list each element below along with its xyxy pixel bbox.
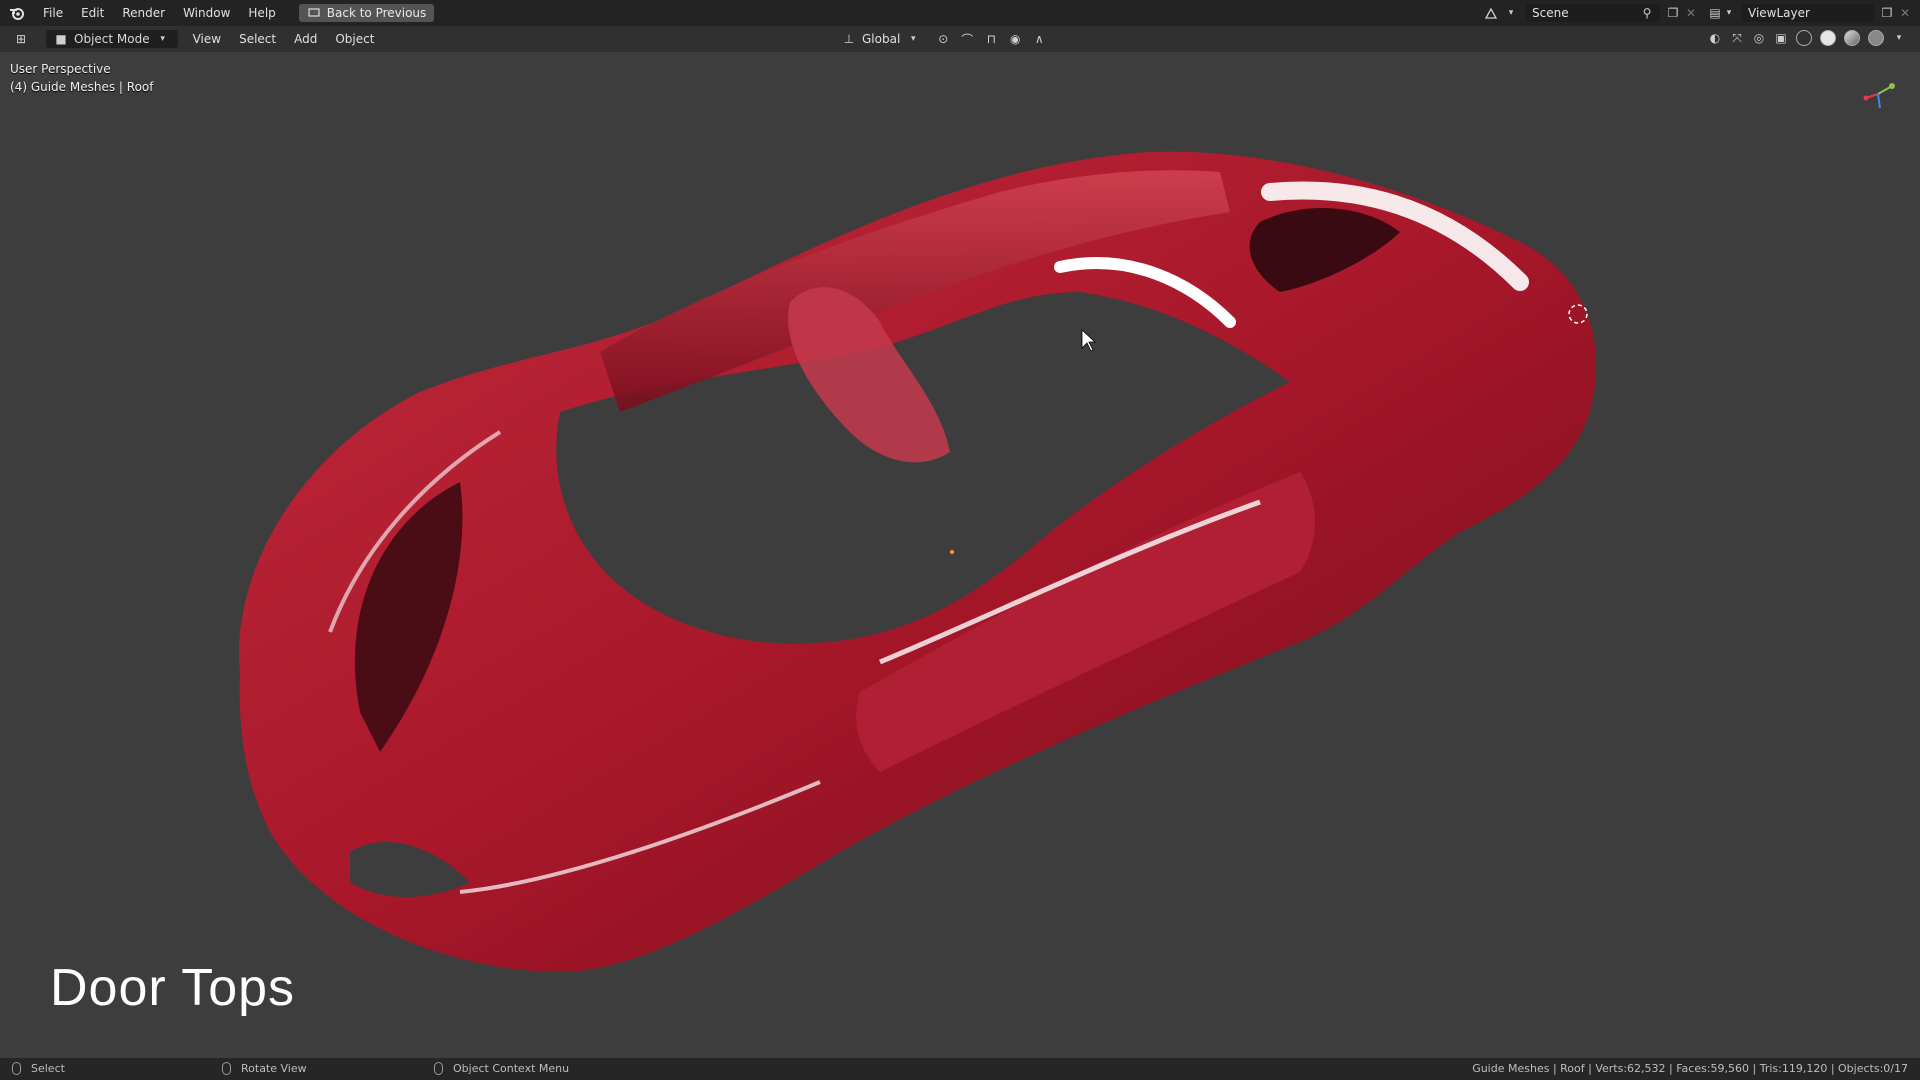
orientation-dropdown[interactable]: ⊥ Global ▾ [836, 30, 927, 48]
viewport-header: ⊞ ■ Object Mode ▾ View Select Add Object… [0, 26, 1920, 52]
left-mouse-icon [12, 1062, 21, 1075]
solid-shading-icon[interactable] [1820, 30, 1836, 46]
status-bar: Select Rotate View Object Context Menu G… [0, 1058, 1920, 1080]
select-hint: Select [12, 1062, 65, 1075]
transform-tools: ⊥ Global ▾ ⊙ ⌒ ⊓ ◉ ∧ [836, 30, 1046, 48]
viewport-shading-tools: ◐ ⤧ ◎ ▣ ▾ [1708, 30, 1906, 46]
rendered-shading-icon[interactable] [1868, 30, 1884, 46]
blender-logo-icon[interactable] [0, 6, 34, 20]
screen-icon [307, 6, 321, 20]
pin-icon[interactable]: ⚲ [1640, 6, 1654, 20]
snap-target-icon[interactable]: ⊓ [984, 32, 998, 46]
view-layer-field[interactable]: ViewLayer [1742, 4, 1874, 22]
menu-add[interactable]: Add [285, 32, 326, 46]
menu-select[interactable]: Select [230, 32, 285, 46]
wireframe-shading-icon[interactable] [1796, 30, 1812, 46]
menu-view[interactable]: View [184, 32, 230, 46]
scene-statistics: Guide Meshes | Roof | Verts:62,532 | Fac… [1472, 1062, 1908, 1075]
chevron-down-icon[interactable]: ▾ [1722, 6, 1736, 20]
falloff-icon[interactable]: ∧ [1032, 32, 1046, 46]
axis-icon: ⊥ [843, 32, 855, 46]
menu-render[interactable]: Render [113, 0, 174, 26]
navigation-gizmo-icon[interactable] [1858, 72, 1898, 112]
rotate-hint-label: Rotate View [241, 1062, 307, 1075]
video-caption: Door Tops [50, 959, 296, 1017]
scene-icon[interactable] [1484, 6, 1498, 20]
close-icon[interactable]: ✕ [1898, 6, 1912, 20]
rotate-hint: Rotate View [222, 1062, 307, 1075]
back-to-previous-button[interactable]: Back to Previous [298, 4, 435, 22]
chevron-down-icon[interactable]: ▾ [1892, 31, 1906, 45]
3d-viewport[interactable]: User Perspective (4) Guide Meshes | Roof [0, 52, 1920, 1058]
new-scene-icon[interactable]: ❐ [1666, 6, 1680, 20]
overlay-icon[interactable]: ◎ [1752, 31, 1766, 45]
menu-window[interactable]: Window [174, 0, 239, 26]
menu-file[interactable]: File [34, 0, 72, 26]
object-mode-icon: ■ [55, 32, 67, 46]
visibility-icon[interactable]: ◐ [1708, 31, 1722, 45]
xray-icon[interactable]: ▣ [1774, 31, 1788, 45]
chevron-down-icon[interactable]: ▾ [1504, 6, 1518, 20]
gizmo-icon[interactable]: ⤧ [1730, 31, 1744, 45]
car-body-model [239, 151, 1597, 973]
new-view-layer-icon[interactable]: ❐ [1880, 6, 1894, 20]
editor-type-icon[interactable]: ⊞ [14, 32, 28, 46]
menu-help[interactable]: Help [239, 0, 284, 26]
top-menu-bar: File Edit Render Window Help Back to Pre… [0, 0, 1920, 26]
select-hint-label: Select [31, 1062, 65, 1075]
proportional-edit-icon[interactable]: ◉ [1008, 32, 1022, 46]
material-shading-icon[interactable] [1844, 30, 1860, 46]
object-mode-label: Object Mode [74, 32, 150, 46]
perspective-label: User Perspective [10, 62, 111, 76]
chevron-down-icon: ▾ [160, 34, 165, 44]
active-collection-label: (4) Guide Meshes | Roof [10, 80, 154, 94]
close-icon[interactable]: ✕ [1684, 6, 1698, 20]
scene-name-field[interactable]: Scene ⚲ [1526, 4, 1660, 22]
menu-edit[interactable]: Edit [72, 0, 113, 26]
orientation-label: Global [862, 32, 901, 46]
origin-point-icon [950, 550, 954, 554]
context-menu-hint-label: Object Context Menu [453, 1062, 570, 1075]
right-mouse-icon [434, 1062, 443, 1075]
pivot-point-icon[interactable]: ⊙ [936, 32, 950, 46]
view-layer-name: ViewLayer [1748, 6, 1810, 20]
menu-object[interactable]: Object [326, 32, 383, 46]
scene-name: Scene [1532, 6, 1569, 20]
chevron-down-icon: ▾ [911, 34, 916, 44]
context-menu-hint: Object Context Menu [434, 1062, 569, 1075]
object-mode-dropdown[interactable]: ■ Object Mode ▾ [46, 30, 178, 48]
snap-icon[interactable]: ⌒ [960, 32, 974, 47]
middle-mouse-icon [222, 1062, 231, 1075]
scene-selector-group: ▾ Scene ⚲ ❐ ✕ ▤ ▾ ViewLayer ❐ ✕ [1484, 0, 1920, 26]
view-layer-icon[interactable]: ▤ [1708, 6, 1722, 20]
back-to-previous-label: Back to Previous [326, 6, 427, 20]
